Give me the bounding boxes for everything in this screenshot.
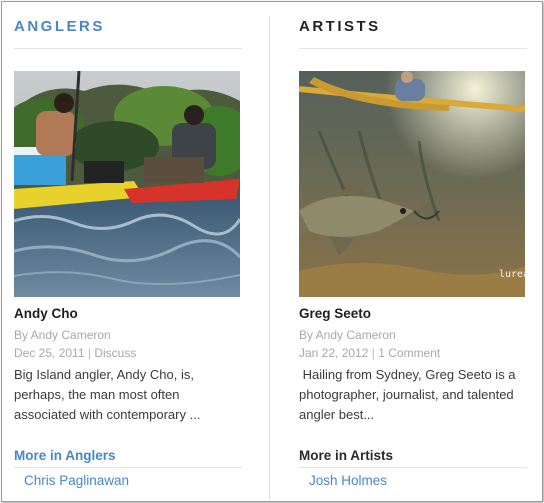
image-watermark: lurean xyxy=(499,269,525,280)
anglers-column: ANGLERS Andy Cho By Andy Cameron Dec 25,… xyxy=(14,2,242,488)
anglers-post-date: Dec 25, 2011 xyxy=(14,346,85,360)
artists-post-meta: By Andy Cameron Jan 22, 2012 | 1 Comment xyxy=(299,326,527,362)
artists-post-dateline: Jan 22, 2012 | 1 Comment xyxy=(299,344,527,362)
anglers-post-meta: By Andy Cameron Dec 25, 2011 | Discuss xyxy=(14,326,242,362)
artists-post-date: Jan 22, 2012 xyxy=(299,346,369,360)
more-in-artists-link[interactable]: More in Artists xyxy=(299,448,527,468)
meta-separator: | xyxy=(371,346,375,360)
anglers-post-dateline: Dec 25, 2011 | Discuss xyxy=(14,344,242,362)
related-post-link[interactable]: Josh Holmes xyxy=(309,473,527,488)
artists-heading[interactable]: ARTISTS xyxy=(299,18,527,49)
artists-post-title[interactable]: Greg Seeto xyxy=(299,306,527,321)
more-in-anglers-link[interactable]: More in Anglers xyxy=(14,448,242,468)
anglers-post-image[interactable] xyxy=(14,71,240,297)
anglers-heading[interactable]: ANGLERS xyxy=(14,18,242,49)
artists-post-byline: By Andy Cameron xyxy=(299,328,396,342)
artists-column: ARTISTS lure Greg Seeto By Andy Cameron … xyxy=(299,2,527,488)
anglers-discuss-link[interactable]: Discuss xyxy=(94,346,136,360)
column-divider xyxy=(269,16,270,500)
content-frame: ANGLERS Andy Cho By Andy Cameron Dec 25,… xyxy=(1,1,543,502)
anglers-post-byline: By Andy Cameron xyxy=(14,328,111,342)
artists-post-image[interactable]: lurean xyxy=(299,71,525,297)
related-post-link[interactable]: Chris Paglinawan xyxy=(24,473,242,488)
artists-comments-link[interactable]: 1 Comment xyxy=(378,346,440,360)
meta-separator: | xyxy=(87,346,91,360)
artists-post-excerpt: Hailing from Sydney, Greg Seeto is a pho… xyxy=(299,367,520,422)
anglers-post-excerpt: Big Island angler, Andy Cho, is, perhaps… xyxy=(14,367,201,422)
anglers-post-title[interactable]: Andy Cho xyxy=(14,306,242,321)
